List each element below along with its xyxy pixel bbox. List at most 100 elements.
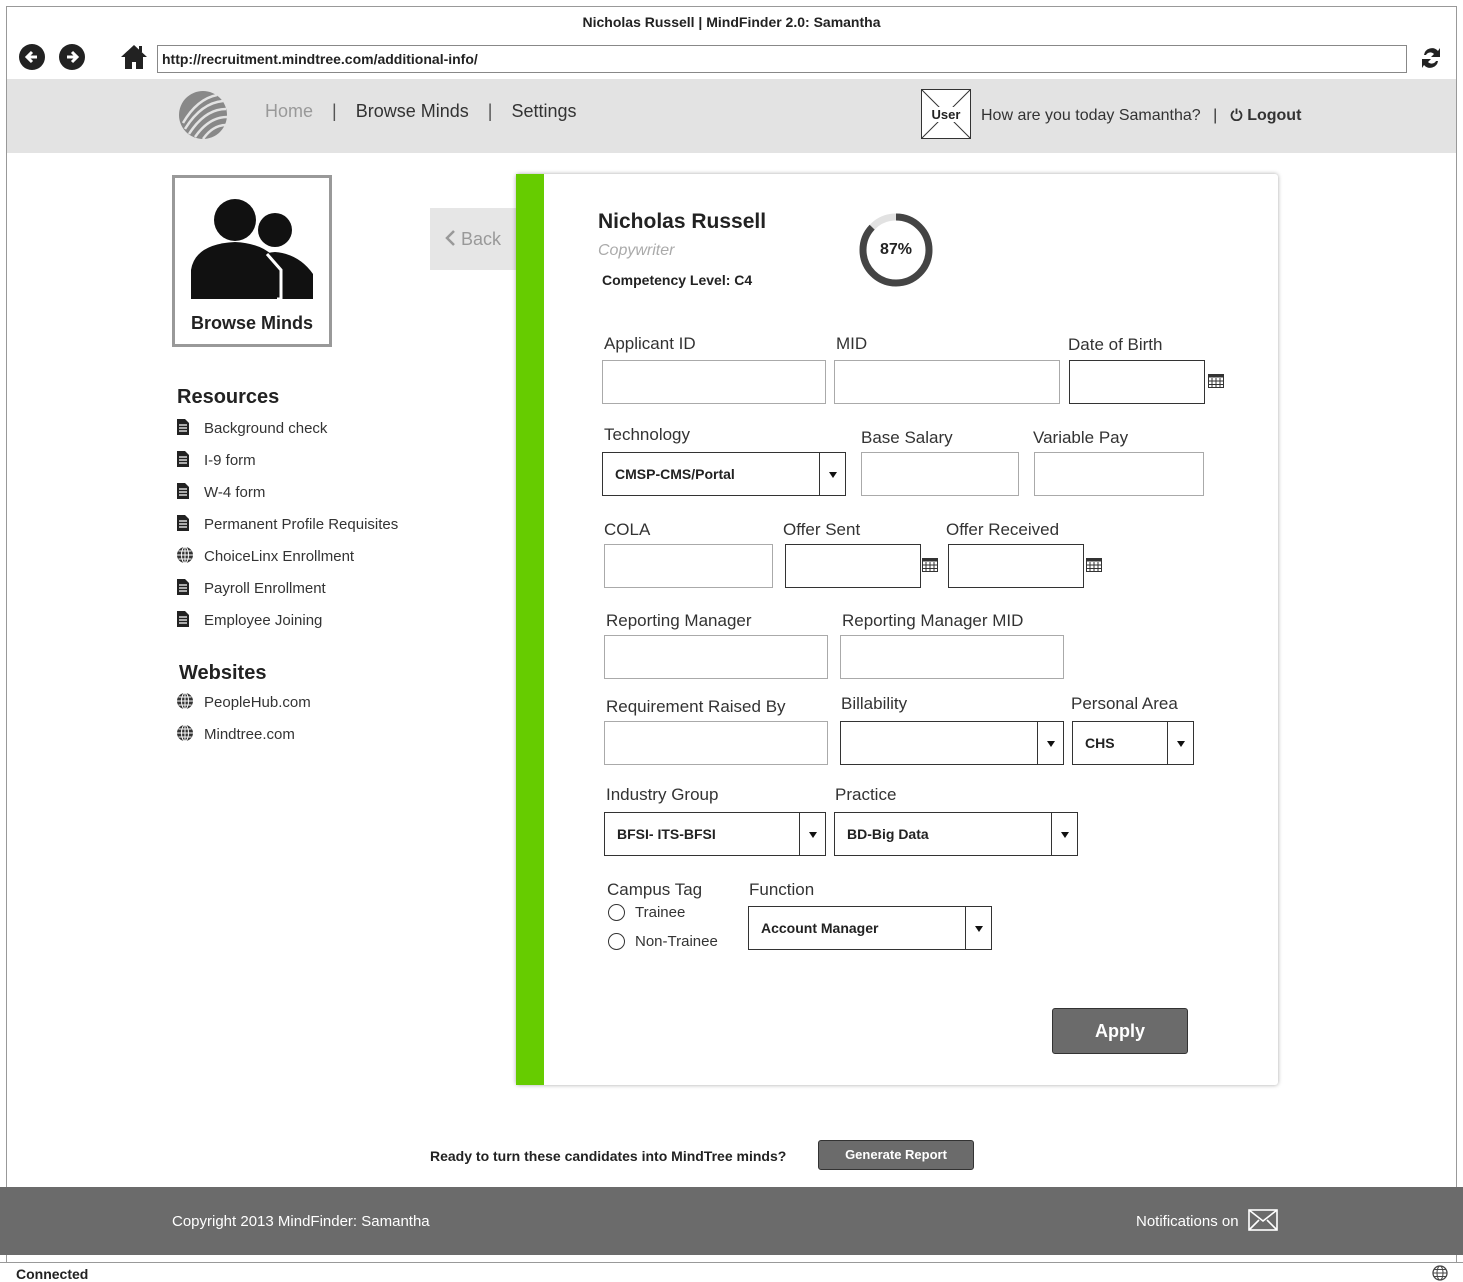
resource-item-label: Permanent Profile Requisites <box>204 515 399 533</box>
resource-item[interactable]: ChoiceLinx Enrollment <box>176 540 398 572</box>
chevron-left-icon <box>445 230 455 246</box>
mid-input[interactable] <box>834 360 1060 404</box>
window-title: Nicholas Russell | MindFinder 2.0: Saman… <box>582 14 881 30</box>
offer-received-label: Offer Received <box>946 520 1060 539</box>
radio-non-trainee[interactable]: Non-Trainee <box>608 933 718 950</box>
back-label: Back <box>461 229 502 249</box>
user-greeting: How are you today Samantha? | Logout <box>981 107 1301 125</box>
technology-select[interactable]: CMSP-CMS/Portal <box>602 452 846 496</box>
apply-button[interactable]: Apply <box>1052 1008 1188 1054</box>
personal-area-label: Personal Area <box>1071 694 1178 713</box>
applicant-id-label: Applicant ID <box>604 334 696 353</box>
radio-trainee[interactable]: Trainee <box>608 904 685 921</box>
personal-area-select[interactable]: CHS <box>1072 721 1194 765</box>
resource-item[interactable]: W-4 form <box>176 476 398 508</box>
function-select[interactable]: Account Manager <box>748 906 992 950</box>
industry-group-select[interactable]: BFSI- ITS-BFSI <box>604 812 826 856</box>
base-salary-input[interactable] <box>861 452 1019 496</box>
offer-received-input[interactable] <box>948 544 1084 588</box>
requirement-raised-by-label: Requirement Raised By <box>606 697 786 716</box>
status-text: Connected <box>16 1266 89 1282</box>
logout-link[interactable]: Logout <box>1230 107 1302 124</box>
practice-select[interactable]: BD-Big Data <box>834 812 1078 856</box>
competency-level: Competency Level: C4 <box>602 272 753 288</box>
resource-item[interactable]: Background check <box>176 412 398 444</box>
globe-icon <box>176 724 204 744</box>
variable-pay-input[interactable] <box>1034 452 1204 496</box>
calendar-icon[interactable] <box>922 558 938 572</box>
mindtree-logo <box>177 89 229 141</box>
calendar-icon[interactable] <box>1208 374 1224 388</box>
technology-label: Technology <box>604 425 691 444</box>
candidate-role: Copywriter <box>598 242 675 259</box>
radio-circle <box>608 933 625 950</box>
resource-item-label: Background check <box>204 419 328 437</box>
chevron-down-icon <box>1051 813 1077 855</box>
variable-pay-label: Variable Pay <box>1033 428 1129 447</box>
resource-item[interactable]: I-9 form <box>176 444 398 476</box>
greeting-text: How are you today Samantha? <box>981 107 1201 124</box>
avatar-label: User <box>922 107 970 122</box>
requirement-raised-by-input[interactable] <box>604 721 828 765</box>
user-avatar[interactable]: User <box>921 89 971 139</box>
billability-select[interactable] <box>840 721 1064 765</box>
reporting-manager-label: Reporting Manager <box>606 611 752 630</box>
power-icon <box>1230 108 1243 122</box>
reload-icon[interactable] <box>1417 43 1445 73</box>
forward-arrow-icon[interactable] <box>59 44 85 70</box>
document-icon <box>176 450 204 470</box>
reporting-manager-input[interactable] <box>604 635 828 679</box>
radio-trainee-label: Trainee <box>635 904 686 921</box>
candidate-name: Nicholas Russell <box>598 210 767 233</box>
status-bar: Connected <box>0 1262 1463 1282</box>
generate-report-button[interactable]: Generate Report <box>818 1140 974 1170</box>
website-item-label: Mindtree.com <box>204 725 295 743</box>
radio-circle <box>608 904 625 921</box>
nav-browse-minds[interactable]: Browse Minds <box>356 101 469 121</box>
resource-item[interactable]: Payroll Enrollment <box>176 572 398 604</box>
chevron-down-icon <box>819 453 845 495</box>
calendar-icon[interactable] <box>1086 558 1102 572</box>
greeting-separator: | <box>1213 107 1218 124</box>
nav-settings[interactable]: Settings <box>512 101 577 121</box>
home-icon[interactable] <box>119 43 149 71</box>
campus-tag-label: Campus Tag <box>607 880 703 899</box>
resources-list: Background check I-9 form W-4 form Permanen… <box>176 412 398 636</box>
website-item[interactable]: Mindtree.com <box>176 718 311 750</box>
personal-area-value: CHS <box>1085 735 1115 751</box>
cola-label: COLA <box>604 520 651 539</box>
resource-item[interactable]: Permanent Profile Requisites <box>176 508 398 540</box>
browse-minds-card[interactable]: Browse Minds <box>172 175 332 347</box>
back-button[interactable]: Back <box>430 208 522 270</box>
resource-item-label: Employee Joining <box>204 611 323 629</box>
notifications-text: Notifications on <box>1136 1213 1239 1230</box>
nav-separator: | <box>487 101 493 121</box>
websites-list: PeopleHub.com Mindtree.com <box>176 686 311 750</box>
resource-item-label: W-4 form <box>204 483 266 501</box>
logout-label: Logout <box>1247 107 1302 124</box>
document-icon <box>176 610 204 630</box>
cta-text: Ready to turn these candidates into Mind… <box>430 1148 787 1164</box>
applicant-id-input[interactable] <box>602 360 826 404</box>
address-bar <box>7 37 1456 83</box>
function-value: Account Manager <box>761 920 879 936</box>
copyright-text: Copyright 2013 MindFinder: Samantha <box>172 1213 430 1230</box>
resource-item-label: I-9 form <box>204 451 256 469</box>
resource-item-label: Payroll Enrollment <box>204 579 326 597</box>
websites-title: Websites <box>179 662 267 684</box>
resource-item[interactable]: Employee Joining <box>176 604 398 636</box>
top-navigation: Home | Browse Minds | Settings <box>265 101 577 122</box>
resources-title: Resources <box>177 386 280 408</box>
back-arrow-icon[interactable] <box>19 44 45 70</box>
reporting-manager-mid-input[interactable] <box>840 635 1064 679</box>
offer-sent-input[interactable] <box>785 544 921 588</box>
industry-group-label: Industry Group <box>606 785 719 804</box>
envelope-icon[interactable] <box>1248 1209 1278 1231</box>
radio-non-trainee-label: Non-Trainee <box>635 933 718 950</box>
dob-input[interactable] <box>1069 360 1205 404</box>
url-input[interactable] <box>157 45 1407 73</box>
website-item[interactable]: PeopleHub.com <box>176 686 311 718</box>
globe-icon <box>176 692 204 712</box>
cola-input[interactable] <box>604 544 773 588</box>
nav-home[interactable]: Home <box>265 101 313 121</box>
